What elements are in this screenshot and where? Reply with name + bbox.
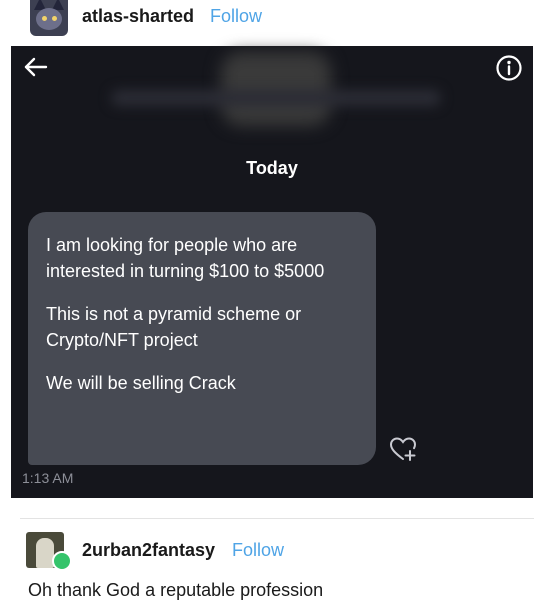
message-bubble[interactable]: I am looking for people who are interest… (28, 212, 376, 465)
dm-screenshot: Today I am looking for people who are in… (11, 46, 533, 498)
heart-plus-icon[interactable] (389, 436, 417, 462)
reply-author-username[interactable]: 2urban2fantasy (82, 540, 215, 561)
avatar-eye-right (52, 16, 57, 21)
avatar[interactable] (30, 0, 68, 36)
follow-button[interactable]: Follow (232, 540, 284, 561)
reblog-icon (52, 551, 72, 571)
follow-button[interactable]: Follow (210, 6, 262, 27)
reply-text: Oh thank God a reputable profession (28, 580, 324, 600)
info-icon[interactable] (495, 54, 523, 82)
redacted-avatar (221, 52, 331, 126)
back-arrow-icon[interactable] (23, 54, 49, 80)
message-timestamp: 1:13 AM (22, 470, 74, 486)
redacted-name (111, 90, 441, 106)
date-separator: Today (246, 158, 298, 178)
message-line: We will be selling Crack (46, 373, 236, 393)
avatar-face (36, 8, 62, 30)
message-line: This is not a pyramid scheme or Crypto/N… (46, 304, 302, 350)
message-line: I am looking for people who are interest… (46, 235, 325, 281)
post-author-username[interactable]: atlas-sharted (82, 6, 194, 27)
post-header: atlas-sharted Follow (0, 0, 534, 40)
divider (20, 518, 534, 519)
avatar-eye-left (42, 16, 47, 21)
avatar-figure (36, 538, 54, 568)
